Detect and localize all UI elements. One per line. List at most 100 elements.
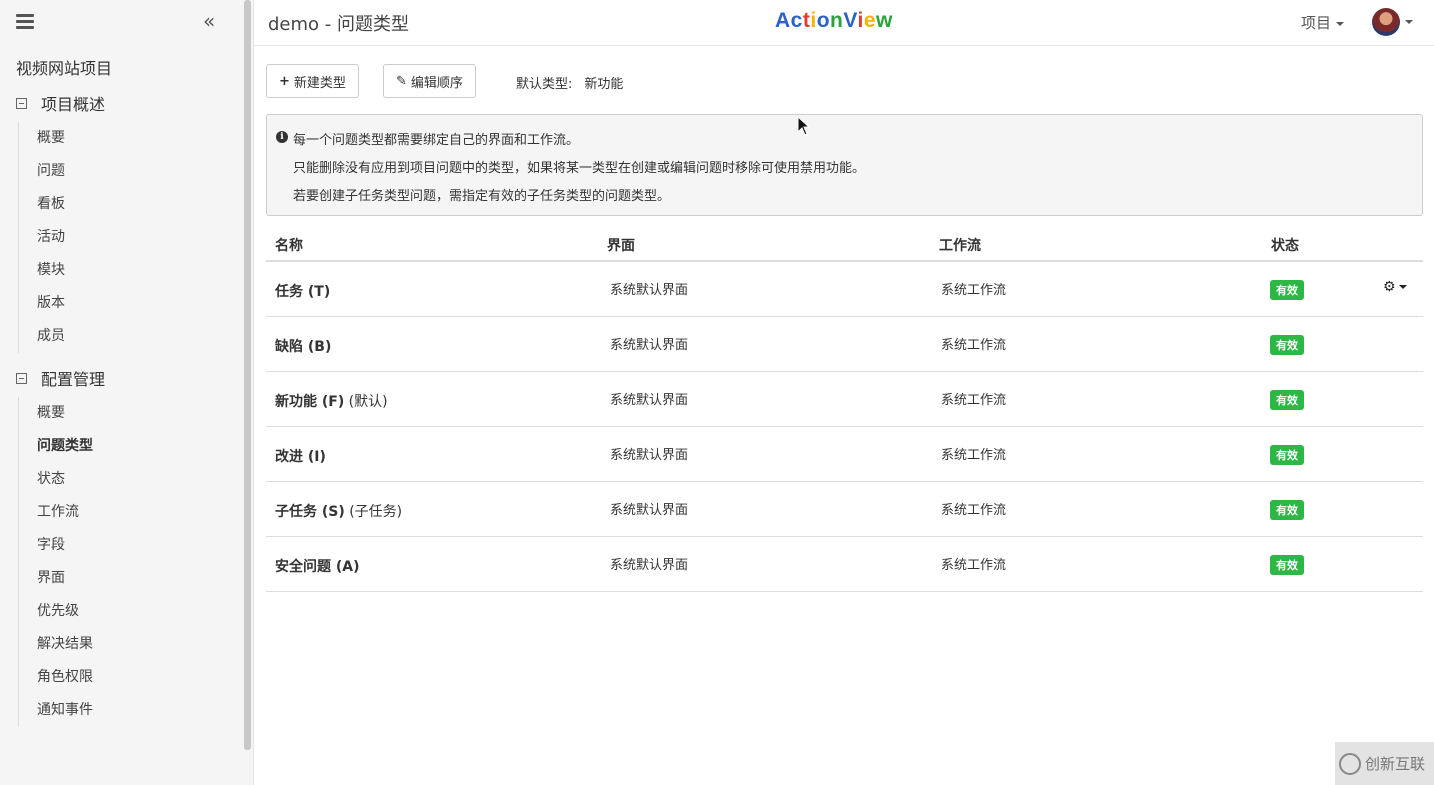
project-name: 视频网站项目	[16, 59, 113, 78]
row-actions-dropdown[interactable]: ⚙	[1383, 279, 1407, 295]
sidebar-item[interactable]: 角色权限	[19, 661, 93, 694]
sidebar-item[interactable]: 概要	[19, 122, 65, 155]
sidebar-scrollbar[interactable]	[244, 0, 251, 750]
sidebar-item[interactable]: 问题类型	[19, 430, 93, 463]
logo-letter: e	[863, 9, 877, 32]
sidebar-item[interactable]: 状态	[19, 463, 93, 496]
user-menu-dropdown[interactable]	[1372, 8, 1413, 36]
workflow-cell: 系统工作流	[941, 338, 1007, 353]
workflow-cell: 系统工作流	[941, 283, 1007, 298]
actionview-logo[interactable]: ActionView	[775, 9, 893, 33]
header-name: 名称	[275, 238, 303, 254]
type-name[interactable]: 子任务 (S) (子任务)	[275, 501, 402, 521]
sidebar-item[interactable]: 通知事件	[19, 694, 93, 727]
collapse-box-icon[interactable]	[16, 372, 27, 384]
avatar[interactable]	[1372, 8, 1400, 36]
info-panel: i 每一个问题类型都需要绑定自己的界面和工作流。 只能删除没有应用到项目问题中的…	[266, 114, 1423, 216]
type-name[interactable]: 安全问题 (A)	[275, 556, 360, 576]
sidebar-item[interactable]: 字段	[19, 529, 93, 562]
type-name[interactable]: 改进 (I)	[275, 446, 326, 466]
table-body: 任务 (T) 系统默认界面 系统工作流 有效 ⚙ 缺陷 (B) 系统默认界面 系统工作流 有效新…	[266, 262, 1423, 592]
table-row[interactable]: 新功能 (F) (默认) 系统默认界面 系统工作流 有效	[266, 372, 1423, 427]
workflow-cell: 系统工作流	[941, 558, 1007, 573]
watermark-logo-icon	[1339, 752, 1361, 775]
type-name[interactable]: 新功能 (F) (默认)	[275, 391, 388, 411]
type-name-suffix: (子任务)	[344, 504, 403, 520]
topbar: demo - 问题类型 ActionView 项目	[254, 0, 1434, 46]
hamburger-menu-icon[interactable]	[16, 14, 34, 30]
status-badge: 有效	[1270, 500, 1304, 520]
logo-letter: A	[775, 9, 791, 32]
sidebar-item[interactable]: 成员	[19, 320, 65, 353]
workflow-cell: 系统工作流	[941, 393, 1007, 408]
logo-letter: n	[830, 9, 844, 32]
info-line: 每一个问题类型都需要绑定自己的界面和工作流。	[293, 133, 580, 148]
default-type: 默认类型: 新功能	[516, 73, 623, 92]
sidebar-item[interactable]: 界面	[19, 562, 93, 595]
sidebar-item[interactable]: 概要	[19, 397, 93, 430]
logo-letter: c	[790, 9, 803, 32]
logo-letter: w	[876, 9, 893, 32]
caret-down-icon	[1336, 21, 1345, 26]
group-overview[interactable]: 项目概述	[16, 91, 105, 115]
new-type-label: 新建类型	[293, 75, 346, 91]
sidebar-item[interactable]: 工作流	[19, 496, 93, 529]
type-name-label: 安全问题 (A)	[275, 559, 360, 575]
sidebar-item[interactable]: 问题	[19, 155, 65, 188]
overview-nav-list: 概要 问题 看板 活动 模块 版本 成员	[18, 122, 65, 353]
group-config[interactable]: 配置管理	[16, 366, 105, 390]
new-type-button[interactable]: + 新建类型	[266, 64, 359, 98]
type-name[interactable]: 缺陷 (B)	[275, 336, 331, 356]
default-type-label: 默认类型:	[516, 77, 573, 92]
table-row[interactable]: 子任务 (S) (子任务) 系统默认界面 系统工作流 有效	[266, 482, 1423, 537]
gear-icon: ⚙	[1383, 279, 1396, 295]
table-row[interactable]: 缺陷 (B) 系统默认界面 系统工作流 有效	[266, 317, 1423, 372]
table-row[interactable]: 任务 (T) 系统默认界面 系统工作流 有效 ⚙	[266, 262, 1423, 317]
info-icon: i	[276, 131, 288, 143]
table-row[interactable]: 改进 (I) 系统默认界面 系统工作流 有效	[266, 427, 1423, 482]
table-header: 名称 界面 工作流 状态	[266, 226, 1423, 262]
status-badge: 有效	[1270, 390, 1304, 410]
status-badge: 有效	[1270, 555, 1304, 575]
collapse-sidebar-icon[interactable]: «	[203, 9, 215, 33]
screen-cell: 系统默认界面	[610, 393, 689, 408]
logo-letter: V	[843, 9, 858, 32]
type-name-label: 新功能 (F)	[275, 394, 345, 410]
sidebar-item[interactable]: 版本	[19, 287, 65, 320]
sidebar-item[interactable]: 看板	[19, 188, 65, 221]
edit-order-button[interactable]: ✎ 编辑顺序	[383, 64, 476, 98]
type-name-label: 任务 (T)	[275, 284, 331, 300]
status-badge: 有效	[1270, 335, 1304, 355]
group-title-label: 配置管理	[41, 370, 106, 389]
type-name-label: 改进 (I)	[275, 449, 326, 465]
plus-icon: +	[279, 73, 290, 89]
sidebar-item[interactable]: 优先级	[19, 595, 93, 628]
edit-order-label: 编辑顺序	[410, 75, 463, 91]
screen-cell: 系统默认界面	[610, 558, 689, 573]
logo-letter: o	[816, 9, 831, 32]
workflow-cell: 系统工作流	[941, 503, 1007, 518]
mouse-cursor-icon	[797, 116, 811, 136]
project-menu-dropdown[interactable]: 项目	[1301, 12, 1345, 33]
screen-cell: 系统默认界面	[610, 448, 689, 463]
config-nav-list: 概要 问题类型 状态 工作流 字段 界面 优先级 解决结果 角色权限 通知事件	[18, 397, 93, 727]
sidebar-item[interactable]: 模块	[19, 254, 65, 287]
type-name-suffix: (默认)	[344, 394, 388, 410]
sidebar-item[interactable]: 活动	[19, 221, 65, 254]
watermark-text: 创新互联	[1365, 755, 1426, 773]
info-line: 只能删除没有应用到项目问题中的类型，如果将某一类型在创建或编辑问题时移除可使用禁…	[293, 161, 866, 176]
default-type-value: 新功能	[584, 77, 624, 92]
header-status: 状态	[1271, 238, 1299, 254]
page-title: demo - 问题类型	[268, 14, 409, 35]
sidebar-item[interactable]: 解决结果	[19, 628, 93, 661]
issue-type-table: 名称 界面 工作流 状态 任务 (T) 系统默认界面 系统工作流 有效 ⚙ 缺陷 (B) 系…	[266, 226, 1423, 592]
group-title-label: 项目概述	[41, 95, 106, 114]
pencil-icon: ✎	[396, 73, 407, 89]
type-name[interactable]: 任务 (T)	[275, 281, 330, 301]
table-row[interactable]: 安全问题 (A) 系统默认界面 系统工作流 有效	[266, 537, 1423, 592]
workflow-cell: 系统工作流	[941, 448, 1007, 463]
collapse-box-icon[interactable]	[16, 97, 27, 109]
caret-down-icon	[1405, 20, 1413, 24]
header-workflow: 工作流	[939, 238, 981, 254]
type-name-label: 缺陷 (B)	[275, 339, 332, 355]
